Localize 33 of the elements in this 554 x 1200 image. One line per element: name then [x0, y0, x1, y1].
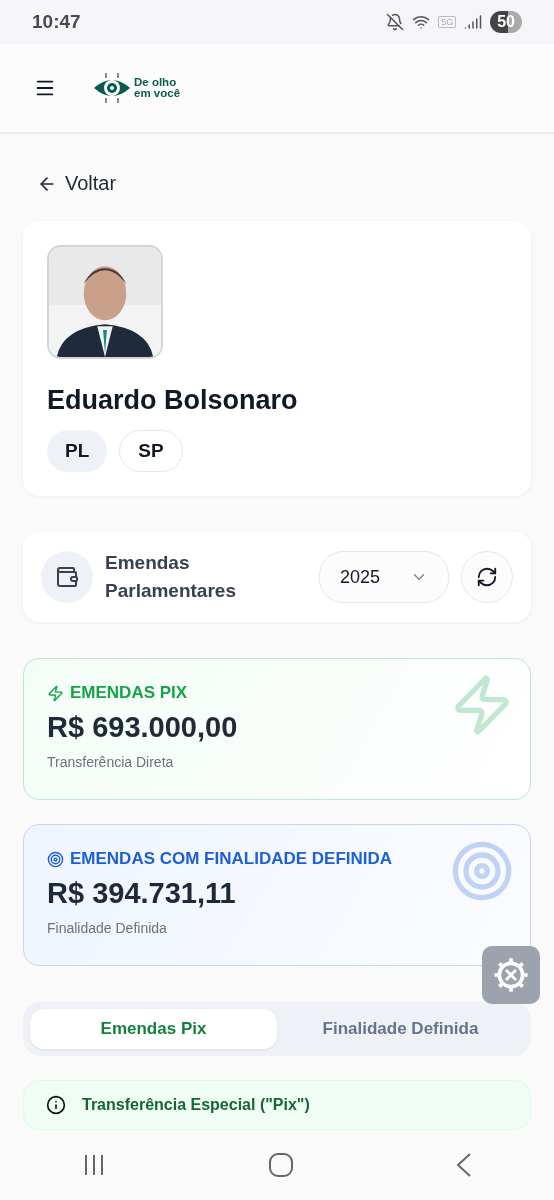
home-icon[interactable]	[269, 1153, 293, 1177]
status-time: 10:47	[32, 11, 81, 33]
eye-logo-icon	[92, 71, 132, 105]
tab[interactable]: Finalidade Definida	[277, 1009, 524, 1049]
wallet-icon	[41, 551, 93, 603]
card-label: EMENDAS COM FINALIDADE DEFINIDA	[47, 849, 507, 869]
card-caption: Finalidade Definida	[47, 920, 168, 936]
battery-indicator: 50	[490, 11, 522, 33]
info-icon	[46, 1095, 66, 1115]
settings-icon	[491, 955, 531, 995]
back-icon[interactable]	[456, 1153, 473, 1177]
signal-icon	[464, 13, 483, 31]
lightning-icon	[47, 684, 64, 702]
card-label: EMENDAS PIX	[47, 683, 507, 704]
network-label: 5G	[438, 16, 457, 28]
party-tag: PL	[47, 430, 108, 472]
back-link[interactable]: Voltar	[37, 172, 531, 195]
amount: R$ 394.731,11	[47, 877, 237, 910]
mute-icon	[386, 13, 405, 31]
amount: R$ 693.000,00	[47, 711, 239, 745]
target-icon	[450, 839, 514, 903]
refresh-icon	[476, 566, 498, 588]
target-icon	[47, 850, 64, 868]
section-title: Emendas Parlamentares	[105, 550, 237, 603]
party-tag: SP	[119, 430, 183, 472]
wifi-icon	[412, 13, 431, 31]
year-select[interactable]: 2025	[319, 551, 449, 603]
info-title: Transferência Especial ("Pix")	[82, 1096, 310, 1114]
politician-name: Eduardo Bolsonaro	[47, 385, 299, 416]
refresh-button[interactable]	[461, 551, 513, 603]
card-caption: Transferência Direta	[47, 754, 175, 771]
logo-text: De olho em você	[134, 77, 181, 99]
tab[interactable]: Emendas Pix	[30, 1009, 277, 1049]
